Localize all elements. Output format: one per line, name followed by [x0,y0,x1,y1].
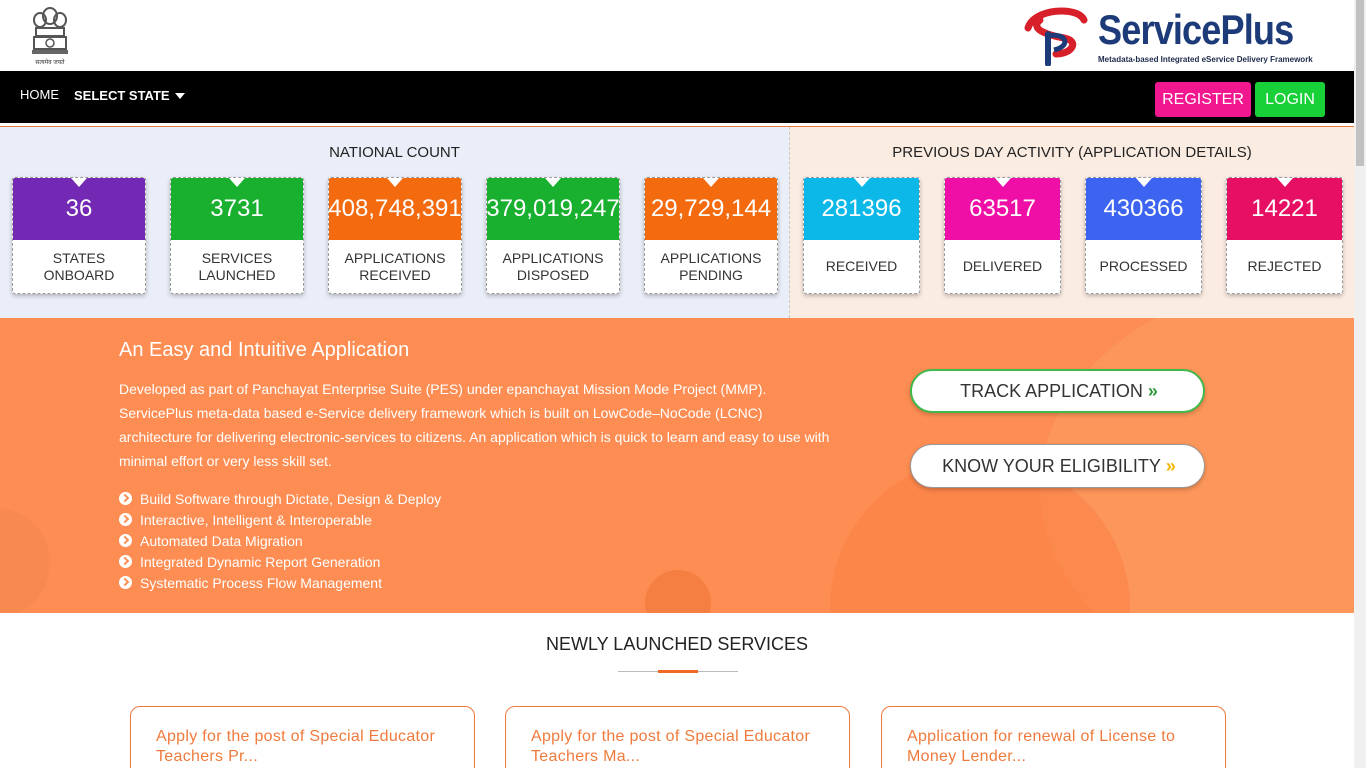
select-state-dropdown[interactable]: SELECT STATE [74,88,185,103]
service-title-line: Application for renewal of License to [907,728,1176,745]
stat-value-panel: 63517 [945,178,1060,240]
feature-item: Integrated Dynamic Report Generation [119,551,441,572]
serviceplus-logo-icon [1024,7,1088,66]
feature-item: Automated Data Migration [119,530,441,551]
stat-value-panel: 3731 [171,178,303,240]
feature-item: Interactive, Intelligent & Interoperable [119,509,441,530]
service-title-line: Apply for the post of Special Educator [531,728,811,745]
service-card[interactable]: Apply for the post of Special Educator Te… [505,706,850,768]
stat-card: 430366 PROCESSED [1085,177,1202,294]
chevron-circle-right-icon [119,534,132,547]
page-scrollbar[interactable] [1354,0,1366,768]
login-button[interactable]: LOGIN [1255,82,1325,117]
stat-label: PROCESSED [1099,258,1188,274]
service-card[interactable]: Application for renewal of License to Mon… [881,706,1226,768]
stat-value: 29,729,144 [650,195,772,222]
chevron-circle-right-icon [119,492,132,505]
stat-card: 281396 RECEIVED [803,177,920,294]
national-count-title: NATIONAL COUNT [329,144,460,161]
top-header: सत्यमेव जयते ServicePlus Metadata-based … [0,0,1354,71]
stat-value: 379,019,247 [486,195,620,222]
stat-label: SERVICES LAUNCHED [198,249,276,283]
title-underline-accent [658,670,698,673]
stat-value-panel: 29,729,144 [645,178,777,240]
know-eligibility-label: KNOW YOUR ELIGIBILITY [942,455,1161,476]
scrollbar-thumb[interactable] [1356,0,1364,166]
feature-text: Integrated Dynamic Report Generation [140,553,381,570]
stat-value: 14221 [1251,195,1318,222]
stat-value: 63517 [969,195,1036,222]
service-title-line: Teachers Ma... [531,748,641,765]
hero-description: Developed as part of Panchayat Enterpris… [119,381,830,469]
stat-value-panel: 379,019,247 [487,178,619,240]
track-application-button[interactable]: TRACK APPLICATION » [910,369,1205,413]
caret-down-icon [174,92,185,99]
feature-text: Interactive, Intelligent & Interoperable [140,511,372,528]
stat-label: DELIVERED [962,258,1043,274]
stat-value-panel: 36 [13,178,145,240]
stat-value-panel: 14221 [1227,178,1342,240]
national-emblem-icon [28,4,72,66]
stat-value: 36 [65,195,93,222]
stat-value: 430366 [1103,195,1184,222]
stat-card: 29,729,144 APPLICATIONS PENDING [644,177,778,294]
stat-card: 14221 REJECTED [1226,177,1343,294]
know-eligibility-button[interactable]: KNOW YOUR ELIGIBILITY » [910,444,1205,488]
stat-label: APPLICATIONS DISPOSED [502,249,604,283]
stat-value: 3731 [210,195,264,222]
register-button[interactable]: REGISTER [1155,82,1251,117]
stat-label: APPLICATIONS PENDING [660,249,762,283]
service-title-line: Money Lender... [907,748,1027,765]
double-chevron-right-icon: » [1165,455,1176,476]
stat-card: 3731 SERVICES LAUNCHED [170,177,304,294]
stat-card: 63517 DELIVERED [944,177,1061,294]
service-card[interactable]: Apply for the post of Special Educator Te… [130,706,475,768]
service-title-line: Teachers Pr... [156,748,259,765]
stat-label: STATES ONBOARD [43,249,115,283]
chevron-circle-right-icon [119,555,132,568]
serviceplus-logo[interactable]: ServicePlus Metadata-based Integrated eS… [1022,6,1328,66]
feature-item: Systematic Process Flow Management [119,572,441,593]
feature-list: Build Software through Dictate, Design &… [119,488,441,593]
hero-title: An Easy and Intuitive Application [119,339,410,361]
feature-text: Build Software through Dictate, Design &… [140,490,442,507]
stat-value: 408,748,391 [328,195,462,222]
stat-card: 379,019,247 APPLICATIONS DISPOSED [486,177,620,294]
stat-label: RECEIVED [825,258,898,274]
stat-card: 36 STATES ONBOARD [12,177,146,294]
stat-value-panel: 281396 [804,178,919,240]
feature-item: Build Software through Dictate, Design &… [119,488,441,509]
previous-day-section: PREVIOUS DAY ACTIVITY (APPLICATION DETAI… [789,127,1354,318]
double-chevron-right-icon: » [1147,380,1158,401]
stat-card: 408,748,391 APPLICATIONS RECEIVED [328,177,462,294]
service-title-line: Apply for the post of Special Educator [156,728,436,745]
stat-label: APPLICATIONS RECEIVED [344,249,446,283]
national-count-section: NATIONAL COUNT 36 STATES ONBOARD 3731 SERVI… [0,127,789,318]
stat-value-panel: 408,748,391 [329,178,461,240]
chevron-circle-right-icon [119,576,132,589]
newly-launched-title: NEWLY LAUNCHED SERVICES [545,634,809,654]
brand-tagline: Metadata-based Integrated eService Deliv… [1098,55,1313,64]
stat-value: 281396 [821,195,902,222]
stat-label: REJECTED [1247,258,1322,274]
stat-value-panel: 430366 [1086,178,1201,240]
main-navbar: HOME SELECT STATE REGISTER LOGIN [0,71,1354,123]
brand-name: ServicePlus [1098,6,1294,53]
hero-section: An Easy and Intuitive Application Develo… [0,318,1354,613]
feature-text: Automated Data Migration [140,532,303,549]
select-state-label: SELECT STATE [74,88,170,103]
nav-home-link[interactable]: HOME [20,87,59,102]
emblem-caption: सत्यमेव जयते [35,60,65,66]
previous-day-title: PREVIOUS DAY ACTIVITY (APPLICATION DETAI… [892,144,1252,161]
feature-text: Systematic Process Flow Management [140,574,382,591]
track-application-label: TRACK APPLICATION [960,380,1143,401]
chevron-circle-right-icon [119,513,132,526]
